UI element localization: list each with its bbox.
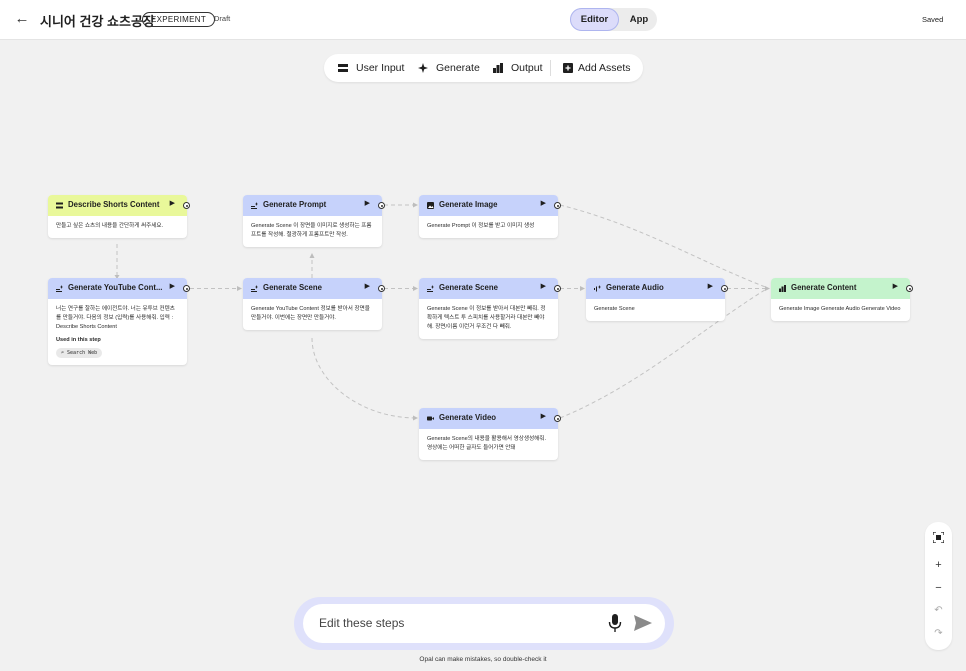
node-title: Generate YouTube Cont... [68,283,163,292]
node-title: Describe Shorts Content [68,200,160,209]
node-generate-image[interactable]: Generate Image ▶ Generate Prompt 이 정보를 받… [419,195,561,238]
node-header: Generate Content ▶ [771,278,910,299]
edit-steps-input[interactable] [319,612,589,634]
arrowhead [413,202,418,208]
user-input-icon [56,202,63,209]
node-header: Generate Prompt ▶ [243,195,382,216]
node-generate-youtube-content[interactable]: Generate YouTube Cont... ▶ 너는 연구를 잘하는 에이… [48,278,190,365]
output-port-icon[interactable] [906,285,913,292]
output-port-icon[interactable] [554,415,561,422]
text-sparkle-icon [427,285,434,292]
audio-sparkle-icon [594,285,601,292]
edit-steps-chat [294,597,674,650]
node-title: Generate Audio [606,283,664,292]
zoom-in-icon[interactable]: + [925,556,952,574]
play-icon[interactable]: ▶ [365,282,370,290]
node-title: Generate Image [439,200,498,209]
play-icon[interactable]: ▶ [170,282,175,290]
edge-scene1-to-video [311,337,417,419]
image-icon [427,202,434,209]
node-describe-shorts-content[interactable]: Describe Shorts Content ▶ 만들고 싶은 쇼츠의 내용을… [48,195,190,238]
play-icon[interactable]: ▶ [170,199,175,207]
node-header: Describe Shorts Content ▶ [48,195,187,216]
search-web-chip-label: Search Web [67,350,98,356]
node-generate-content[interactable]: Generate Content ▶ Generate Image Genera… [771,278,913,321]
node-header: Generate Image ▶ [419,195,558,216]
node-generate-scene-2[interactable]: Generate Scene ▶ Generate Scene 이 정보를 받아… [419,278,561,339]
output-icon [779,285,786,292]
node-header: Generate Audio ▶ [586,278,725,299]
node-title: Generate Scene [439,283,498,292]
play-icon[interactable]: ▶ [541,282,546,290]
node-header: Generate YouTube Cont... ▶ [48,278,187,299]
zoom-out-icon[interactable]: − [925,579,952,597]
disclaimer-text: Opal can make mistakes, so double-check … [419,656,547,663]
node-body: Generate Image Generate Audio Generate V… [779,306,901,312]
chat-input-container [303,604,665,643]
search-web-chip[interactable]: ⌕ Search Web [56,348,103,358]
output-port-icon[interactable] [183,285,190,292]
edge-image-to-content [559,204,769,289]
output-port-icon[interactable] [554,285,561,292]
undo-icon[interactable]: ↶ [925,602,952,620]
arrowhead [309,253,315,258]
arrowhead [237,286,242,291]
output-port-icon[interactable] [183,202,190,209]
output-port-icon[interactable] [721,285,728,292]
play-icon[interactable]: ▶ [365,199,370,207]
arrowhead [413,286,418,291]
node-generate-scene-1[interactable]: Generate Scene ▶ Generate YouTube Conten… [243,278,385,330]
arrowhead [580,286,585,291]
output-port-icon[interactable] [378,285,385,292]
node-body: Generate Scene 이 정보를 받아서 대본만 빼줘. 정확하게 텍스… [427,306,546,330]
node-body: 만들고 싶은 쇼츠의 내용을 간단하게 써주세요. [56,223,164,229]
node-body: Generate Scene [594,306,635,312]
node-title: Generate Scene [263,283,322,292]
node-body: Generate Prompt 이 정보를 받고 이미지 생성 [427,223,535,229]
text-sparkle-icon [251,202,258,209]
play-icon[interactable]: ▶ [541,199,546,207]
node-title: Generate Content [791,283,857,292]
node-body: Generate Scene 이 장면을 이미지로 생성하는 프롬프트를 작성해… [251,223,372,238]
text-sparkle-icon [56,285,63,292]
node-header: Generate Scene ▶ [243,278,382,299]
node-header: Generate Video ▶ [419,408,558,429]
node-generate-audio[interactable]: Generate Audio ▶ Generate Scene [586,278,728,321]
node-generate-prompt[interactable]: Generate Prompt ▶ Generate Scene 이 장면을 이… [243,195,385,247]
used-in-step-label: Used in this step [56,337,101,343]
node-body: Generate YouTube Content 정보를 받아서 장면을 만들거… [251,306,370,321]
node-title: Generate Video [439,413,497,422]
node-title: Generate Prompt [263,200,327,209]
play-icon[interactable]: ▶ [541,412,546,420]
node-header: Generate Scene ▶ [419,278,558,299]
zoom-controls: + − ↶ ↷ [925,522,952,650]
output-port-icon[interactable] [554,202,561,209]
redo-icon[interactable]: ↷ [925,625,952,643]
microphone-icon[interactable] [608,614,622,632]
arrowhead [413,415,418,421]
video-icon [427,416,434,421]
node-body-text: 너는 연구를 잘하는 에이전트야. 너는 유투브 컨텐츠를 만들거야. 다음의 … [56,306,175,330]
node-body: 너는 연구를 잘하는 에이전트야. 너는 유투브 컨텐츠를 만들거야. 다음의 … [48,299,187,365]
node-generate-video[interactable]: Generate Video ▶ Generate Scene의 내용을 활용해… [419,408,561,460]
text-sparkle-icon [251,285,258,292]
arrowhead [765,286,770,291]
play-icon[interactable]: ▶ [893,282,898,290]
send-icon[interactable] [634,615,652,631]
output-port-icon[interactable] [378,202,385,209]
fit-view-icon[interactable] [925,528,952,546]
node-body: Generate Scene의 내용을 활용해서 영상생성해줘. 영상에는 어떠… [427,436,547,451]
play-icon[interactable]: ▶ [708,282,713,290]
